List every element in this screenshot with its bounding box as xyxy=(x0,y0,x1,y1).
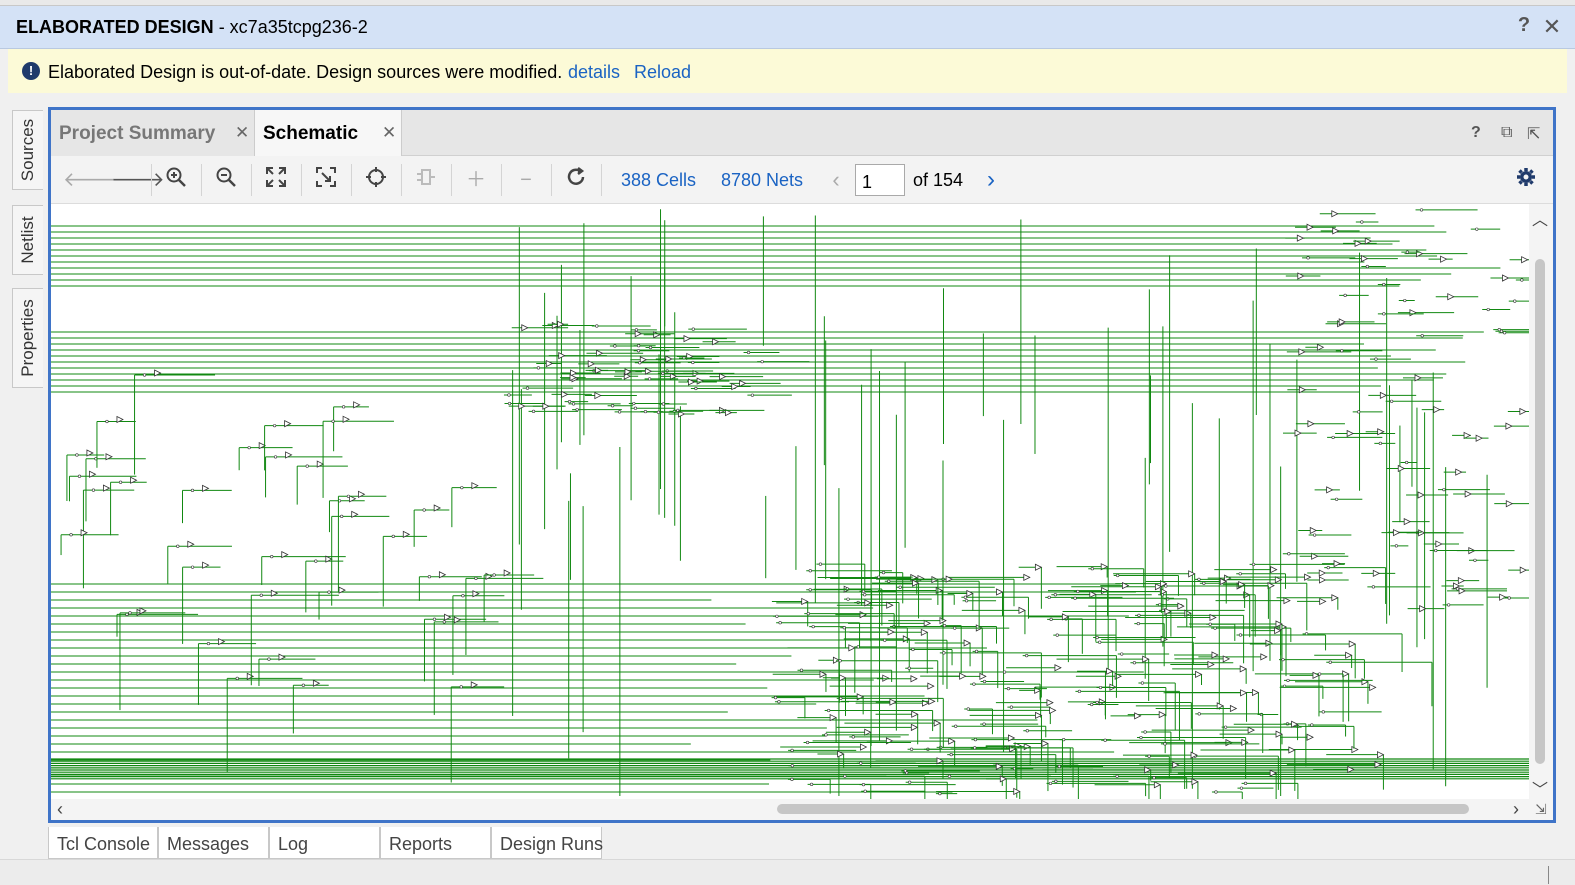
editor-tab-strip: Project Summary ✕ Schematic ✕ ? ⧉ ⇱ xyxy=(51,110,1553,156)
banner-message: Elaborated Design is out-of-date. Design… xyxy=(48,62,563,82)
help-icon[interactable]: ? xyxy=(1471,124,1481,142)
toolbar-separator xyxy=(501,164,502,196)
resize-grip-icon: ⇲ xyxy=(1535,801,1547,817)
tab-reports[interactable]: Reports xyxy=(380,827,491,859)
toolbar-separator xyxy=(551,164,552,196)
expand-icon[interactable]: ＋ xyxy=(461,166,491,194)
page-total-label: of 154 xyxy=(913,170,964,190)
back-icon[interactable]: 🡐 xyxy=(63,166,117,194)
window-title: ELABORATED DESIGN - xc7a35tcpg236-2 xyxy=(16,17,368,37)
vertical-scrollbar[interactable]: ︿ ﹀ xyxy=(1529,204,1553,799)
tab-label: Schematic xyxy=(263,123,359,144)
tab-design-runs[interactable]: Design Runs xyxy=(491,827,603,859)
info-icon: ! xyxy=(22,62,40,80)
toolbar-separator xyxy=(601,164,602,196)
side-tab-label: Netlist xyxy=(18,216,37,264)
nets-count-link[interactable]: 8780 Nets xyxy=(721,170,803,191)
gear-icon[interactable] xyxy=(1511,166,1541,194)
scroll-down-icon[interactable]: ﹀ xyxy=(1532,776,1548,800)
cell-icon[interactable] xyxy=(411,166,441,194)
status-bar-divider xyxy=(1548,866,1549,884)
close-tab-icon[interactable]: ✕ xyxy=(382,123,396,143)
cells-count-link[interactable]: 388 Cells xyxy=(621,170,696,191)
tab-tcl-console[interactable]: Tcl Console xyxy=(48,827,158,859)
bottom-tab-bar: Tcl Console Messages Log Reports Design … xyxy=(48,827,608,859)
toolbar-separator xyxy=(301,164,302,196)
maximize-icon[interactable]: ⇱ xyxy=(1527,124,1540,144)
out-of-date-banner: ! Elaborated Design is out-of-date. Desi… xyxy=(8,49,1567,93)
tab-log[interactable]: Log xyxy=(269,827,380,859)
collapse-icon[interactable]: − xyxy=(511,166,541,194)
horizontal-scrollbar[interactable]: ‹ › ⇲ xyxy=(51,799,1553,820)
status-bar xyxy=(0,859,1575,885)
window-title-bar: ELABORATED DESIGN - xc7a35tcpg236-2 ? ✕ xyxy=(0,6,1575,49)
scroll-right-icon[interactable]: › xyxy=(1513,799,1519,820)
toolbar-separator xyxy=(351,164,352,196)
toolbar-separator xyxy=(251,164,252,196)
next-page-icon[interactable]: › xyxy=(976,166,1006,194)
restore-icon[interactable]: ⧉ xyxy=(1501,124,1512,142)
scroll-up-icon[interactable]: ︿ xyxy=(1532,206,1548,230)
vertical-scroll-thumb[interactable] xyxy=(1535,259,1545,764)
side-tab-netlist[interactable]: Netlist xyxy=(12,205,43,275)
tab-label: Project Summary xyxy=(59,123,216,144)
tab-project-summary[interactable]: Project Summary ✕ xyxy=(51,110,254,156)
toolbar-separator xyxy=(451,164,452,196)
schematic-drawing xyxy=(51,208,1529,799)
schematic-toolbar: 🡐 🡒 ＋ − 388 Cells 8780 Nets ‹ 1 of 154 › xyxy=(51,156,1553,204)
side-tab-label: Sources xyxy=(18,118,37,182)
toolbar-separator xyxy=(201,164,202,196)
tab-schematic[interactable]: Schematic ✕ xyxy=(254,110,402,156)
details-link[interactable]: details xyxy=(568,62,620,83)
zoom-out-icon[interactable] xyxy=(211,166,241,194)
reload-link[interactable]: Reload xyxy=(634,62,691,83)
refresh-icon[interactable] xyxy=(561,166,591,194)
schematic-canvas[interactable] xyxy=(51,204,1529,799)
zoom-fit-icon[interactable] xyxy=(261,166,291,194)
forward-icon[interactable]: 🡒 xyxy=(111,166,165,194)
toolbar-separator xyxy=(401,164,402,196)
side-tab-sources[interactable]: Sources xyxy=(12,110,43,190)
select-target-icon[interactable] xyxy=(361,166,391,194)
zoom-in-icon[interactable] xyxy=(161,166,191,194)
previous-page-icon[interactable]: ‹ xyxy=(821,166,851,194)
close-tab-icon[interactable]: ✕ xyxy=(235,123,249,143)
tab-messages[interactable]: Messages xyxy=(158,827,269,859)
schematic-panel: Project Summary ✕ Schematic ✕ ? ⧉ ⇱ 🡐 🡒 xyxy=(48,107,1556,823)
close-icon[interactable]: ✕ xyxy=(1541,14,1563,39)
scroll-left-icon[interactable]: ‹ xyxy=(57,799,63,820)
page-number-input[interactable]: 1 xyxy=(855,164,905,196)
zoom-area-icon[interactable] xyxy=(311,166,341,194)
toolbar-separator xyxy=(151,164,152,196)
side-tab-properties[interactable]: Properties xyxy=(12,288,43,388)
side-tab-label: Properties xyxy=(18,299,37,377)
help-icon[interactable]: ? xyxy=(1514,14,1534,38)
horizontal-scroll-thumb[interactable] xyxy=(777,804,1469,814)
